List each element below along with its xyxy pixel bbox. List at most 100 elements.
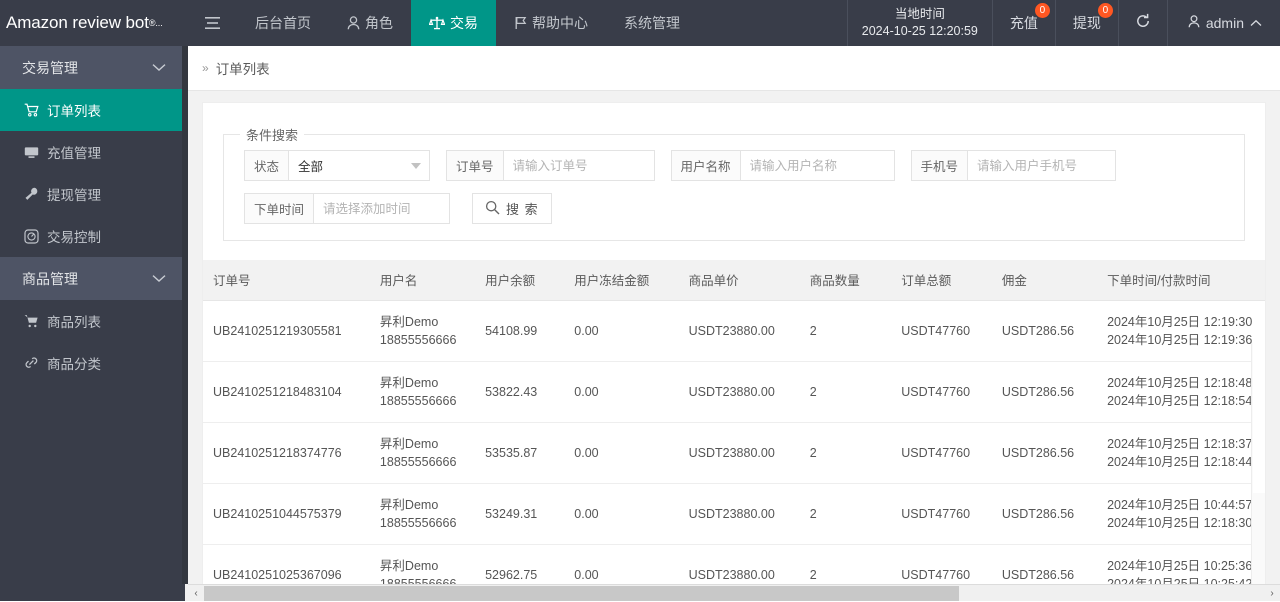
sidebar-item-label-goods-category: 商品分类	[47, 353, 101, 373]
cell-order-pay-time: 2024年10月25日 12:18:482024年10月25日 12:18:54	[1097, 361, 1265, 422]
cell-user-line1: 昇利Demo	[380, 557, 465, 575]
username-field[interactable]: 用户名称	[671, 150, 895, 181]
refresh-button[interactable]	[1118, 0, 1167, 46]
scroll-left-arrow-icon[interactable]: ‹	[188, 588, 204, 599]
app-brand-title[interactable]: Amazon review bot®...	[0, 0, 188, 46]
col-commission: 佣金	[992, 260, 1097, 300]
nav-item-system[interactable]: 系统管理	[606, 0, 698, 46]
nav-item-role[interactable]: 角色	[329, 0, 411, 46]
nav-item-trade[interactable]: 交易	[411, 0, 496, 46]
sidebar-scrollbar[interactable]	[182, 46, 188, 601]
cell-commission: USDT286.56	[992, 361, 1097, 422]
local-time-display: 当地时间 2024-10-25 12:20:59	[847, 0, 992, 46]
order-no-field[interactable]: 订单号	[446, 150, 655, 181]
cell-frozen-line1: 0.00	[574, 385, 668, 399]
sidebar-toggle-button[interactable]	[188, 0, 237, 46]
cell-frozen-line1: 0.00	[574, 446, 668, 460]
order-no-input[interactable]	[504, 151, 654, 180]
cell-total: USDT47760	[891, 300, 992, 361]
cell-quantity-line1: 2	[810, 507, 881, 521]
col-balance: 用户余额	[475, 260, 564, 300]
cell-unit-price-line1: USDT23880.00	[689, 446, 790, 460]
sidebar-item-withdraw-manage[interactable]: 提现管理	[0, 173, 188, 215]
col-total: 订单总额	[891, 260, 992, 300]
breadcrumb-arrow-icon: »	[202, 61, 209, 75]
horizontal-scroll-thumb[interactable]	[204, 586, 959, 601]
cell-frozen: 0.00	[564, 422, 678, 483]
phone-input[interactable]	[968, 151, 1115, 180]
cell-unit-price: USDT23880.00	[679, 300, 800, 361]
sidebar-item-goods-list[interactable]: 商品列表	[0, 300, 188, 342]
order-time-field[interactable]: 下单时间	[244, 193, 450, 224]
nav-label-system: 系统管理	[624, 13, 680, 33]
cell-user-line1: 昇利Demo	[380, 496, 465, 514]
sidebar-item-recharge-manage[interactable]: 充值管理	[0, 131, 188, 173]
cell-frozen-line1: 0.00	[574, 507, 668, 521]
cell-total: USDT47760	[891, 483, 992, 544]
chevron-up-icon	[1250, 15, 1262, 31]
table-vertical-scrollbar[interactable]: ⌄	[1251, 343, 1265, 601]
orders-table-container: 订单号 用户名 用户余额 用户冻结金额 商品单价 商品数量 订单总额 佣金 下单…	[203, 260, 1265, 601]
recharge-label: 充值	[1010, 13, 1038, 33]
col-quantity: 商品数量	[800, 260, 891, 300]
cell-commission: USDT286.56	[992, 483, 1097, 544]
cell-order-pay-time-line1: 2024年10月25日 12:19:30	[1107, 313, 1265, 331]
flag-icon	[514, 16, 527, 30]
chevron-down-icon	[411, 163, 421, 169]
recharge-button[interactable]: 充值 0	[992, 0, 1055, 46]
sidebar-group-goods-manage[interactable]: 商品管理	[0, 257, 188, 300]
sidebar-group-trade-manage[interactable]: 交易管理	[0, 46, 188, 89]
cell-order-no-line1: UB2410251218374776	[213, 446, 360, 460]
nav-item-home[interactable]: 后台首页	[237, 0, 329, 46]
table-row[interactable]: UB2410251044575379昇利Demo1885555666653249…	[203, 483, 1265, 544]
cell-quantity-line1: 2	[810, 446, 881, 460]
vertical-scroll-thumb[interactable]	[1253, 343, 1265, 493]
sidebar-item-label-withdraw-manage: 提现管理	[47, 184, 101, 204]
chevron-down-icon	[152, 272, 166, 286]
search-button[interactable]: 搜 索	[472, 193, 552, 224]
cell-order-no-line1: UB2410251218483104	[213, 385, 360, 399]
cell-balance: 53535.87	[475, 422, 564, 483]
page-horizontal-scrollbar[interactable]: ‹ ›	[188, 584, 1280, 601]
order-time-input[interactable]	[314, 194, 449, 223]
cell-quantity: 2	[800, 361, 891, 422]
filter-row-primary: 状态 全部 订单号 用户名称 手机号	[224, 150, 1244, 181]
cell-balance: 54108.99	[475, 300, 564, 361]
cell-total: USDT47760	[891, 361, 992, 422]
cell-order-no-line1: UB2410251044575379	[213, 507, 360, 521]
table-row[interactable]: UB2410251218483104昇利Demo1885555666653822…	[203, 361, 1265, 422]
cell-order-no: UB2410251218483104	[203, 361, 370, 422]
phone-field[interactable]: 手机号	[911, 150, 1117, 181]
username-input[interactable]	[741, 151, 894, 180]
withdraw-button[interactable]: 提现 0	[1055, 0, 1118, 46]
status-select[interactable]: 状态 全部	[244, 150, 430, 181]
nav-item-help[interactable]: 帮助中心	[496, 0, 606, 46]
table-row[interactable]: UB2410251219305581昇利Demo1885555666654108…	[203, 300, 1265, 361]
sidebar-item-goods-category[interactable]: 商品分类	[0, 342, 188, 384]
cell-user: 昇利Demo18855556666	[370, 300, 475, 361]
orders-table-body: UB2410251219305581昇利Demo1885555666654108…	[203, 300, 1265, 601]
withdraw-badge: 0	[1097, 2, 1114, 19]
horizontal-scroll-track[interactable]	[204, 585, 1264, 602]
cell-quantity-line1: 2	[810, 385, 881, 399]
top-header-bar: Amazon review bot®... 后台首页 角色 交易 帮助中心 系统…	[0, 0, 1280, 46]
scroll-right-arrow-icon[interactable]: ›	[1264, 588, 1280, 599]
cell-frozen: 0.00	[564, 361, 678, 422]
cell-balance: 53822.43	[475, 361, 564, 422]
brand-superscript: ®...	[149, 18, 163, 28]
cell-quantity: 2	[800, 422, 891, 483]
tool-icon	[24, 187, 39, 201]
user-icon	[1188, 15, 1200, 31]
search-button-label: 搜 索	[506, 199, 539, 218]
user-name-label: admin	[1206, 15, 1244, 31]
sidebar-bottom-edge	[0, 584, 188, 601]
sidebar-item-order-list[interactable]: 订单列表	[0, 89, 188, 131]
username-label: 用户名称	[672, 151, 741, 180]
user-menu-button[interactable]: admin	[1167, 0, 1280, 46]
table-row[interactable]: UB2410251218374776昇利Demo1885555666653535…	[203, 422, 1265, 483]
local-time-label: 当地时间	[895, 6, 945, 23]
cell-total-line1: USDT47760	[901, 446, 982, 460]
orders-table: 订单号 用户名 用户余额 用户冻结金额 商品单价 商品数量 订单总额 佣金 下单…	[203, 260, 1265, 601]
sidebar-item-label-order-list: 订单列表	[47, 100, 101, 120]
sidebar-item-trade-control[interactable]: 交易控制	[0, 215, 188, 257]
